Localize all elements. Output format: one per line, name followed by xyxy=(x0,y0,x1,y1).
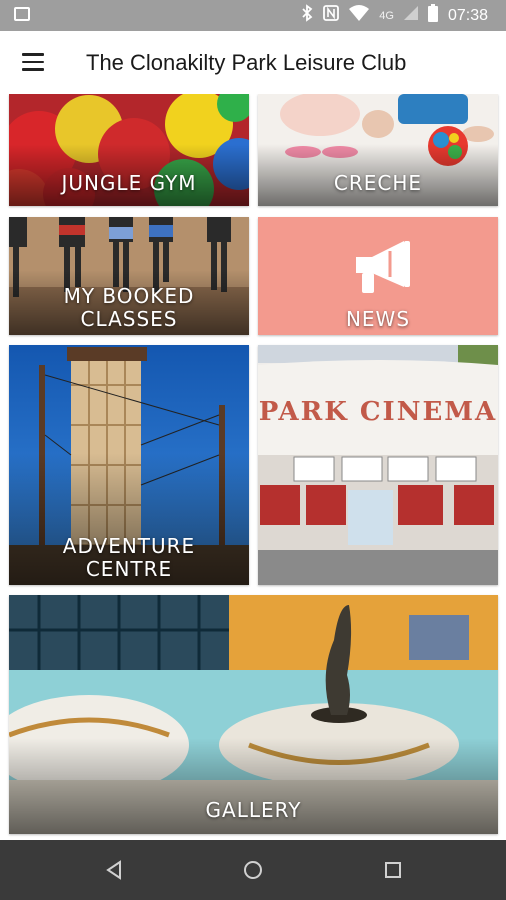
tile-label-adventure-centre-line2: CENTRE xyxy=(85,557,173,581)
tile-gallery[interactable]: GALLERY xyxy=(9,595,498,834)
tile-park-cinema[interactable]: PARK CINEMA xyxy=(258,345,498,585)
navigation-bar xyxy=(0,840,506,900)
tile-creche[interactable]: CRECHE xyxy=(258,94,498,206)
tile-label-creche: CRECHE xyxy=(333,171,423,195)
image-icon xyxy=(14,7,30,21)
wifi-icon xyxy=(349,5,370,26)
tile-label-my-booked-classes-line1: MY BOOKED xyxy=(63,284,195,308)
tile-label-adventure-centre-line1: ADVENTURE xyxy=(62,534,196,558)
tile-label-jungle-gym: JUNGLE GYM xyxy=(61,171,197,195)
tile-jungle-gym[interactable]: JUNGLE GYM xyxy=(9,94,249,206)
status-bar: 4G 07:38 xyxy=(0,0,506,31)
network-type: 4G xyxy=(379,9,394,22)
back-icon[interactable] xyxy=(102,858,126,882)
megaphone-icon xyxy=(356,241,410,293)
tile-label-news: NEWS xyxy=(345,307,411,331)
tile-my-booked-classes[interactable]: MY BOOKED CLASSES xyxy=(9,217,249,335)
tile-adventure-centre[interactable]: ADVENTURE CENTRE xyxy=(9,345,249,585)
cinema-sign: PARK CINEMA xyxy=(258,397,498,427)
home-icon[interactable] xyxy=(241,858,265,882)
menu-icon[interactable] xyxy=(22,53,44,71)
page-title: The Clonakilty Park Leisure Club xyxy=(86,50,407,75)
nfc-icon xyxy=(323,5,340,26)
tile-grid: JUNGLE GYM CRECHE MY BOOKED CLASSES NEWS… xyxy=(0,94,506,840)
recents-icon[interactable] xyxy=(381,858,405,882)
clock: 07:38 xyxy=(447,6,488,24)
tile-news[interactable]: NEWS xyxy=(258,217,498,335)
bluetooth-icon xyxy=(301,4,313,27)
app-bar: The Clonakilty Park Leisure Club xyxy=(0,31,506,94)
battery-icon xyxy=(427,4,438,27)
tile-label-my-booked-classes-line2: CLASSES xyxy=(80,307,178,331)
tile-label-gallery: GALLERY xyxy=(205,798,302,822)
signal-icon xyxy=(403,6,418,25)
cinema-image xyxy=(258,345,498,585)
